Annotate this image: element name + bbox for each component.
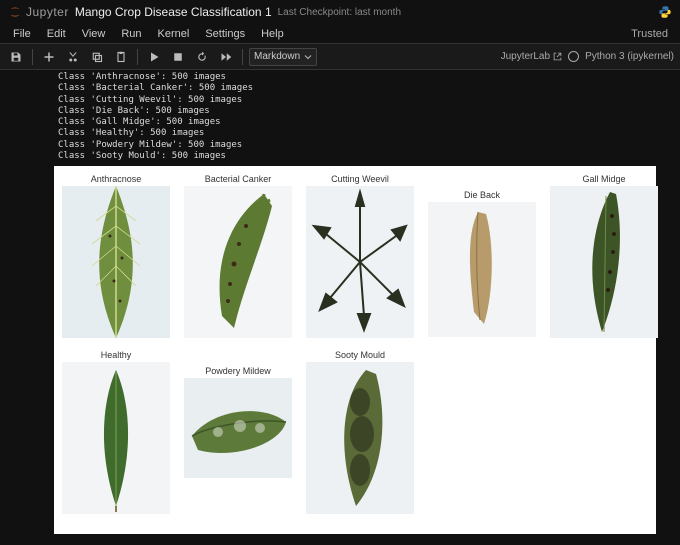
play-icon	[148, 51, 160, 63]
menu-view[interactable]: View	[75, 26, 113, 42]
open-jupyterlab-link[interactable]: JupyterLab	[501, 51, 562, 62]
restart-run-all-button[interactable]	[216, 47, 236, 67]
menu-help[interactable]: Help	[254, 26, 291, 42]
notebook-title[interactable]: Mango Crop Disease Classification 1	[75, 5, 272, 19]
figure-die-back: Die Back	[428, 172, 536, 338]
titlebar: Jupyter Mango Crop Disease Classificatio…	[0, 0, 680, 24]
figure-caption: Cutting Weevil	[331, 172, 389, 186]
figure-caption: Bacterial Canker	[205, 172, 272, 186]
kernel-status-indicator[interactable]	[568, 51, 579, 62]
figure-caption: Sooty Mould	[335, 348, 385, 362]
figure-image	[62, 186, 170, 338]
stop-icon	[172, 51, 184, 63]
figure-caption: Die Back	[464, 172, 500, 202]
menu-edit[interactable]: Edit	[40, 26, 73, 42]
fast-forward-icon	[220, 51, 232, 63]
cell-type-select[interactable]: Markdown	[249, 48, 317, 66]
figure-image	[184, 186, 292, 338]
python-icon	[658, 5, 672, 19]
paste-button[interactable]	[111, 47, 131, 67]
figure-caption: Anthracnose	[91, 172, 142, 186]
copy-button[interactable]	[87, 47, 107, 67]
figure-anthracnose: Anthracnose	[62, 172, 170, 338]
clipboard-icon	[115, 51, 127, 63]
figure-caption: Powdery Mildew	[205, 348, 271, 378]
figure-caption: Gall Midge	[582, 172, 625, 186]
checkpoint-text: Last Checkpoint: last month	[278, 7, 401, 18]
add-cell-button[interactable]	[39, 47, 59, 67]
cell-output-figure: Anthracnose Bacterial Canker Cutting Wee…	[0, 164, 680, 542]
figure-image	[184, 378, 292, 478]
figure-sooty-mould: Sooty Mould	[306, 348, 414, 514]
figure-bacterial-canker: Bacterial Canker	[184, 172, 292, 338]
menubar: File Edit View Run Kernel Settings Help …	[0, 24, 680, 44]
figure-image	[306, 186, 414, 338]
restart-button[interactable]	[192, 47, 212, 67]
figure-gall-midge: Gall Midge	[550, 172, 658, 338]
figure-caption: Healthy	[101, 348, 132, 362]
notebook-area[interactable]: Class 'Anthracnose': 500 images Class 'B…	[0, 70, 680, 545]
menu-file[interactable]: File	[6, 26, 38, 42]
kernel-name[interactable]: Python 3 (ipykernel)	[585, 51, 674, 62]
menu-settings[interactable]: Settings	[198, 26, 252, 42]
figure-image	[62, 362, 170, 514]
trusted-indicator[interactable]: Trusted	[631, 28, 674, 40]
jupyter-icon	[8, 5, 22, 19]
save-icon	[10, 51, 22, 63]
figure-healthy: Healthy	[62, 348, 170, 514]
run-button[interactable]	[144, 47, 164, 67]
figure-image	[306, 362, 414, 514]
jupyter-logo[interactable]: Jupyter	[8, 5, 69, 19]
menu-run[interactable]: Run	[114, 26, 148, 42]
chevron-down-icon	[304, 53, 312, 61]
cell-output-text: Class 'Anthracnose': 500 images Class 'B…	[0, 70, 680, 164]
restart-icon	[196, 51, 208, 63]
external-link-icon	[553, 52, 562, 61]
plus-icon	[43, 51, 55, 63]
cut-button[interactable]	[63, 47, 83, 67]
stop-button[interactable]	[168, 47, 188, 67]
scissors-icon	[67, 51, 79, 63]
figure-image	[428, 202, 536, 337]
toolbar: Markdown JupyterLab Python 3 (ipykernel)	[0, 44, 680, 70]
figure-cutting-weevil: Cutting Weevil	[306, 172, 414, 338]
save-button[interactable]	[6, 47, 26, 67]
jupyter-brand-text: Jupyter	[26, 5, 69, 19]
figure-image	[550, 186, 658, 338]
copy-icon	[91, 51, 103, 63]
menu-kernel[interactable]: Kernel	[151, 26, 197, 42]
figure-powdery-mildew: Powdery Mildew	[184, 348, 292, 514]
cell-type-label: Markdown	[254, 51, 300, 62]
